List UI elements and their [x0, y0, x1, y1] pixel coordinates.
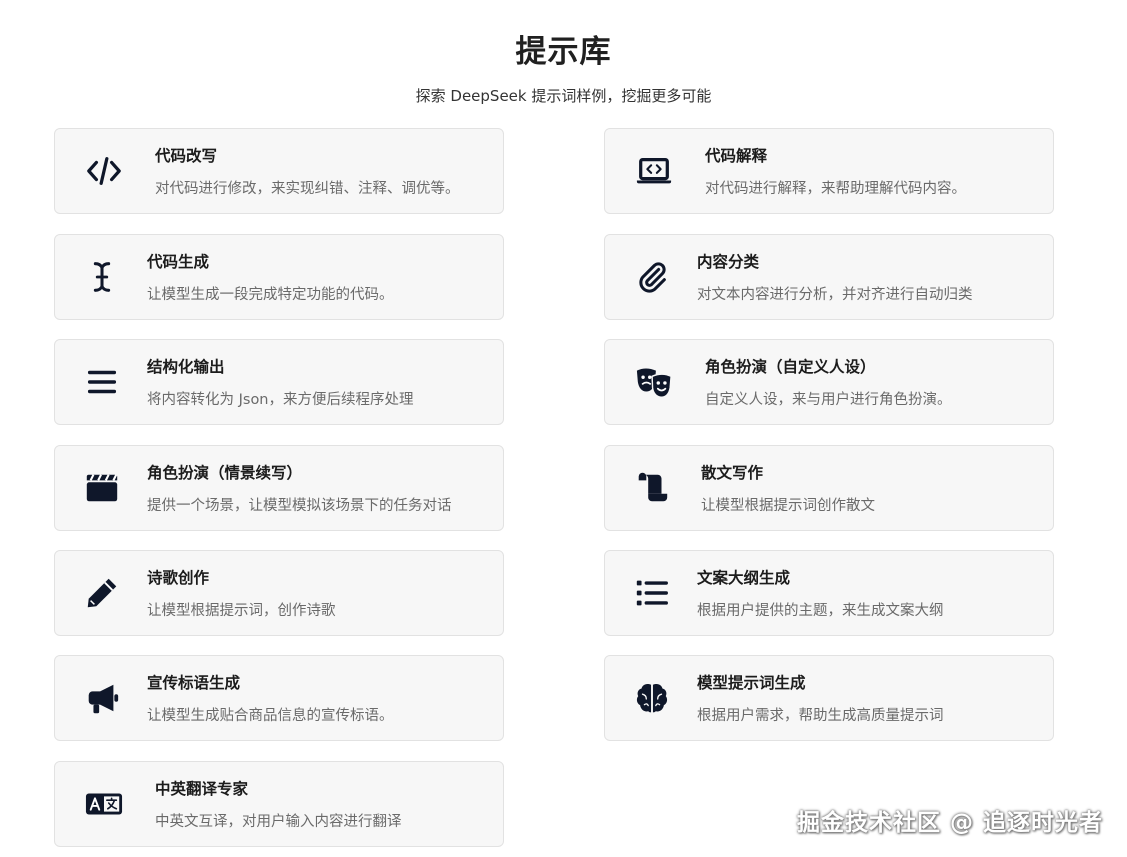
card-title: 中英翻译专家	[155, 780, 249, 798]
card-title: 诗歌创作	[147, 569, 210, 587]
card-title: 角色扮演（自定义人设）	[705, 358, 876, 376]
watermark: 掘金技术社区 @ 追逐时光者	[796, 810, 1103, 836]
prompt-card-content-classify[interactable]: 内容分类 对文本内容进行分析，并对齐进行自动归类	[604, 234, 1054, 320]
code-icon	[85, 152, 123, 190]
prompt-card-roleplay-scene[interactable]: 角色扮演（情景续写） 提供一个场景，让模型模拟该场景下的任务对话	[54, 445, 504, 531]
card-description: 对代码进行解释，来帮助理解代码内容。	[705, 181, 966, 197]
card-title: 模型提示词生成	[697, 674, 806, 692]
list-icon	[633, 574, 671, 612]
prompt-card-structured-output[interactable]: 结构化输出 将内容转化为 Json，来方便后续程序处理	[54, 339, 504, 425]
clapperboard-icon	[83, 469, 121, 507]
prompt-card-poetry[interactable]: 诗歌创作 让模型根据提示词，创作诗歌	[54, 550, 504, 636]
language-icon	[85, 785, 123, 823]
card-title: 代码生成	[147, 253, 210, 271]
card-description: 对代码进行修改，来实现纠错、注释、调优等。	[155, 181, 460, 197]
card-title: 散文写作	[701, 464, 764, 482]
card-description: 根据用户提供的主题，来生成文案大纲	[697, 603, 944, 619]
card-title: 内容分类	[697, 253, 760, 271]
prompt-card-slogan[interactable]: 宣传标语生成 让模型生成贴合商品信息的宣传标语。	[54, 655, 504, 741]
card-description: 让模型生成一段完成特定功能的代码。	[147, 287, 394, 303]
prompt-card-roleplay-custom[interactable]: 角色扮演（自定义人设） 自定义人设，来与用户进行角色扮演。	[604, 339, 1054, 425]
card-description: 提供一个场景，让模型模拟该场景下的任务对话	[147, 498, 452, 514]
bars-icon	[83, 363, 121, 401]
prompt-card-translate[interactable]: 中英翻译专家 中英文互译，对用户输入内容进行翻译	[54, 761, 504, 847]
laptop-code-icon	[635, 152, 673, 190]
text-cursor-icon	[83, 258, 121, 296]
prompt-card-code-generate[interactable]: 代码生成 让模型生成一段完成特定功能的代码。	[54, 234, 504, 320]
card-description: 自定义人设，来与用户进行角色扮演。	[705, 392, 952, 408]
pencil-icon	[83, 574, 121, 612]
card-description: 中英文互译，对用户输入内容进行翻译	[155, 814, 402, 830]
card-description: 根据用户需求，帮助生成高质量提示词	[697, 708, 944, 724]
card-title: 角色扮演（情景续写）	[147, 464, 303, 482]
card-title: 代码解释	[705, 147, 768, 165]
card-description: 将内容转化为 Json，来方便后续程序处理	[147, 392, 414, 408]
card-title: 宣传标语生成	[147, 674, 241, 692]
paperclip-icon	[633, 258, 671, 296]
card-title: 代码改写	[155, 147, 218, 165]
card-title: 结构化输出	[147, 358, 225, 376]
card-description: 让模型根据提示词，创作诗歌	[147, 603, 336, 619]
prompt-library-grid: 代码改写 对代码进行修改，来实现纠错、注释、调优等。 代码解释 对代码进行解释，…	[0, 0, 1127, 857]
prompt-card-code-rewrite[interactable]: 代码改写 对代码进行修改，来实现纠错、注释、调优等。	[54, 128, 504, 214]
prompt-card-outline[interactable]: 文案大纲生成 根据用户提供的主题，来生成文案大纲	[604, 550, 1054, 636]
card-description: 让模型生成贴合商品信息的宣传标语。	[147, 708, 394, 724]
bullhorn-icon	[83, 679, 121, 717]
card-description: 让模型根据提示词创作散文	[701, 498, 875, 514]
prompt-card-code-explain[interactable]: 代码解释 对代码进行解释，来帮助理解代码内容。	[604, 128, 1054, 214]
theater-masks-icon	[635, 363, 673, 401]
card-title: 文案大纲生成	[697, 569, 791, 587]
brain-icon	[633, 679, 671, 717]
scroll-icon	[633, 469, 671, 507]
prompt-card-prose-writing[interactable]: 散文写作 让模型根据提示词创作散文	[604, 445, 1054, 531]
prompt-card-prompt-generate[interactable]: 模型提示词生成 根据用户需求，帮助生成高质量提示词	[604, 655, 1054, 741]
card-description: 对文本内容进行分析，并对齐进行自动归类	[697, 287, 973, 303]
